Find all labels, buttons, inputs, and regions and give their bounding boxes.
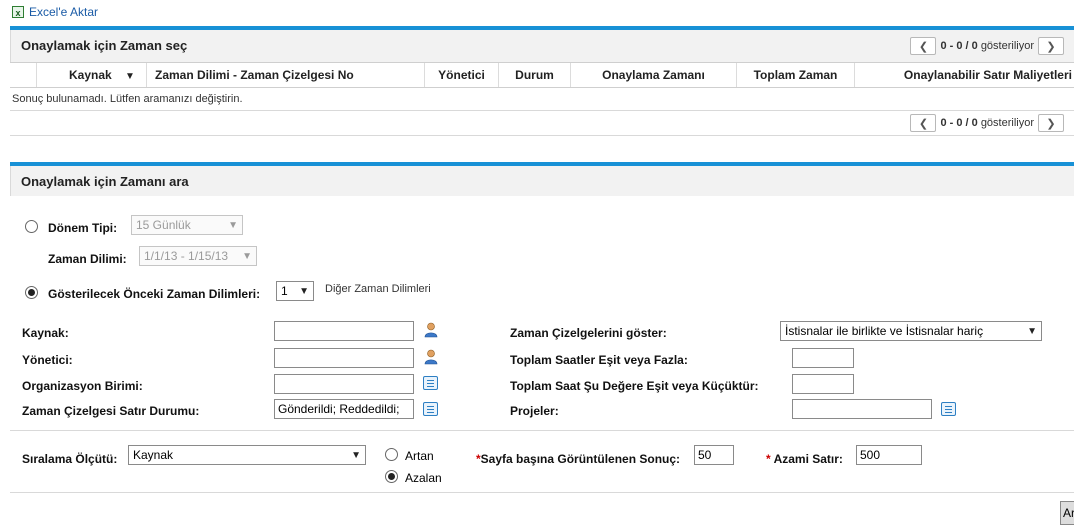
sort-desc-radio[interactable] — [385, 470, 398, 483]
export-excel-link[interactable]: x Excel'e Aktar — [12, 4, 98, 20]
hours-gte-label: Toplam Saatler Eşit veya Fazla: — [510, 353, 688, 367]
max-rows-label: * Azami Satır: — [766, 452, 843, 466]
required-marker: * — [766, 452, 771, 466]
line-status-input[interactable] — [274, 399, 414, 419]
export-excel-label: Excel'e Aktar — [29, 5, 98, 19]
period-type-radio[interactable] — [25, 220, 38, 233]
column-status[interactable]: Durum — [498, 63, 570, 87]
person-lookup-icon[interactable] — [424, 349, 438, 365]
column-time-period[interactable]: Zaman Dilimi - Zaman Çizelgesi No — [146, 63, 424, 87]
period-type-select[interactable]: 15 Günlük ▼ — [131, 215, 243, 235]
chevron-right-icon: ❯ — [1046, 117, 1056, 130]
pager-range: 0 - 0 / 0 — [940, 40, 978, 52]
column-approval-time[interactable]: Onaylama Zamanı — [570, 63, 736, 87]
org-unit-input[interactable] — [274, 374, 414, 394]
hours-lte-label: Toplam Saat Şu Değere Eşit veya Küçüktür… — [510, 379, 759, 393]
column-manager[interactable]: Yönetici — [424, 63, 498, 87]
show-timesheets-label: Zaman Çizelgelerini göster: — [510, 326, 667, 340]
list-picker-icon[interactable] — [941, 402, 956, 416]
next-page-button[interactable]: ❯ — [1038, 37, 1064, 55]
results-table-header: Kaynak ▼ Zaman Dilimi - Zaman Çizelgesi … — [10, 62, 1074, 88]
page-size-input[interactable] — [694, 445, 734, 465]
max-rows-input[interactable] — [856, 445, 922, 465]
projects-label: Projeler: — [510, 404, 559, 418]
search-button[interactable]: Ar — [1060, 501, 1074, 525]
chevron-down-icon: ▼ — [351, 449, 361, 461]
list-picker-icon[interactable] — [423, 402, 438, 416]
column-line-costs[interactable]: Onaylanabilir Satır Maliyetleri — [854, 63, 1074, 87]
time-period-select[interactable]: 1/1/13 - 1/15/13 ▼ — [139, 246, 257, 266]
sort-desc-icon: ▼ — [125, 71, 135, 82]
chevron-left-icon: ❮ — [918, 117, 929, 130]
previous-periods-radio[interactable] — [25, 286, 38, 299]
top-pager: ❮ 0 - 0 / 0 gösteriliyor ❯ — [910, 37, 1064, 55]
resource-input[interactable] — [274, 321, 414, 341]
chevron-right-icon: ❯ — [1046, 40, 1056, 53]
pager-suffix: gösteriliyor — [980, 40, 1034, 52]
page-size-label: *Sayfa başına Görüntülenen Sonuç: — [476, 452, 681, 466]
sort-label: Sıralama Ölçütü: — [22, 452, 118, 466]
sort-asc-label: Artan — [405, 449, 434, 463]
hours-gte-input[interactable] — [792, 348, 854, 368]
sort-select[interactable]: Kaynak ▼ — [128, 445, 366, 465]
form-separator — [10, 430, 1074, 431]
period-type-label: Dönem Tipi: — [48, 221, 118, 235]
resource-label: Kaynak: — [22, 326, 69, 340]
person-lookup-icon[interactable] — [424, 322, 438, 338]
sort-desc-label: Azalan — [405, 471, 442, 485]
column-resource[interactable]: Kaynak ▼ — [36, 63, 146, 87]
previous-periods-label: Gösterilecek Önceki Zaman Dilimleri: — [48, 287, 261, 301]
show-timesheets-select[interactable]: İstisnalar ile birlikte ve İstisnalar ha… — [780, 321, 1042, 341]
excel-icon: x — [12, 6, 24, 18]
projects-input[interactable] — [792, 399, 932, 419]
search-panel-title: Onaylamak için Zamanı ara — [21, 174, 189, 189]
search-panel-header: Onaylamak için Zamanı ara — [10, 166, 1074, 196]
org-unit-label: Organizasyon Birimi: — [22, 379, 143, 393]
manager-input[interactable] — [274, 348, 414, 368]
bottom-pager: ❮ 0 - 0 / 0 gösteriliyor ❯ — [910, 114, 1064, 132]
chevron-down-icon: ▼ — [299, 285, 309, 297]
list-picker-icon[interactable] — [423, 376, 438, 390]
select-column — [10, 63, 36, 87]
other-periods-link[interactable]: Diğer Zaman Dilimleri — [325, 283, 431, 295]
hours-lte-input[interactable] — [792, 374, 854, 394]
line-status-label: Zaman Çizelgesi Satır Durumu: — [22, 404, 200, 418]
chevron-left-icon: ❮ — [918, 40, 929, 53]
chevron-down-icon: ▼ — [242, 250, 252, 262]
column-total-time[interactable]: Toplam Zaman — [736, 63, 854, 87]
prev-page-button[interactable]: ❮ — [910, 37, 937, 55]
bottom-pager-row: ❮ 0 - 0 / 0 gösteriliyor ❯ — [10, 110, 1074, 136]
chevron-down-icon: ▼ — [1027, 325, 1037, 337]
time-period-label: Zaman Dilimi: — [48, 252, 127, 266]
results-panel-header: Onaylamak için Zaman seç ❮ 0 - 0 / 0 gös… — [10, 30, 1074, 62]
chevron-down-icon: ▼ — [228, 219, 238, 231]
pager-range: 0 - 0 / 0 — [940, 117, 978, 129]
manager-label: Yönetici: — [22, 353, 73, 367]
next-page-button-bottom[interactable]: ❯ — [1038, 114, 1064, 132]
results-panel-title: Onaylamak için Zaman seç — [21, 38, 188, 53]
prev-page-button-bottom[interactable]: ❮ — [910, 114, 937, 132]
previous-periods-select[interactable]: 1 ▼ — [276, 281, 314, 301]
sort-asc-radio[interactable] — [385, 448, 398, 461]
form-separator — [10, 492, 1074, 493]
empty-results-message: Sonuç bulunamadı. Lütfen aramanızı değiş… — [12, 93, 243, 105]
pager-suffix: gösteriliyor — [980, 117, 1034, 129]
